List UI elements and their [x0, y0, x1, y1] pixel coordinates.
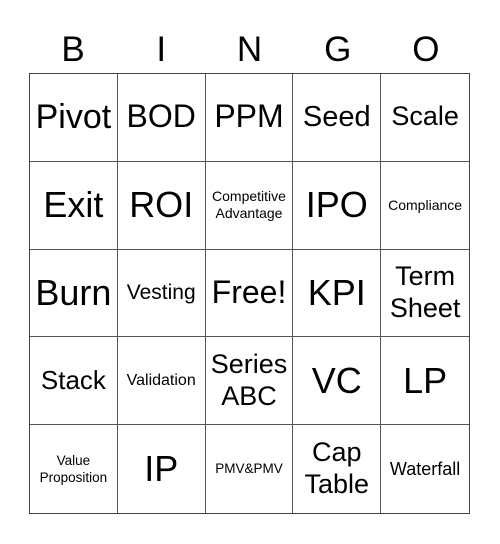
- free-space-text: Free!: [211, 274, 287, 311]
- bingo-cell[interactable]: PMV&PMV: [206, 425, 294, 513]
- bingo-cell[interactable]: Value Proposition: [30, 425, 118, 513]
- cell-text: Series ABC: [210, 348, 288, 411]
- bingo-cell[interactable]: Validation: [117, 337, 206, 426]
- bingo-cell[interactable]: Series ABC: [205, 337, 294, 426]
- cell-text: Term Sheet: [389, 261, 461, 323]
- header-letter-g: G: [324, 29, 352, 69]
- cell-text: Waterfall: [389, 459, 461, 480]
- cell-text: Scale: [391, 101, 459, 132]
- bingo-cell[interactable]: Waterfall: [381, 425, 469, 513]
- cell-text: Validation: [126, 371, 196, 389]
- bingo-cell[interactable]: Pivot: [30, 74, 118, 162]
- cell-text: Stack: [40, 365, 106, 396]
- header-letter-n: N: [236, 29, 263, 69]
- cell-text: Seed: [302, 101, 371, 134]
- header-letter-o: O: [412, 29, 440, 69]
- cell-text: Compliance: [388, 196, 463, 213]
- cell-text: Burn: [35, 271, 112, 313]
- bingo-cell[interactable]: LP: [381, 337, 469, 426]
- cell-text: IPO: [305, 184, 368, 226]
- bingo-cell[interactable]: Term Sheet: [381, 250, 469, 338]
- cell-text: IP: [144, 447, 179, 489]
- bingo-cell[interactable]: Cap Table: [293, 425, 382, 513]
- header-letter-i: I: [156, 29, 167, 69]
- bingo-cell[interactable]: Seed: [293, 74, 382, 162]
- cell-text: BOD: [126, 98, 196, 135]
- free-space-cell[interactable]: Free!: [205, 249, 294, 338]
- bingo-header: B I N G O: [29, 26, 470, 72]
- bingo-cell[interactable]: Stack: [30, 337, 118, 426]
- bingo-cell[interactable]: Exit: [30, 161, 118, 250]
- header-letter-b: B: [61, 29, 85, 69]
- cell-text: Competitive Advantage: [212, 188, 286, 222]
- cell-text: LP: [403, 359, 448, 401]
- cell-text: Vesting: [126, 281, 196, 305]
- cell-text: PMV&PMV: [215, 461, 283, 477]
- bingo-cell[interactable]: Competitive Advantage: [205, 161, 294, 250]
- bingo-grid: Pivot BOD PPM Seed Scale Exit ROI Compet…: [29, 73, 470, 514]
- bingo-cell[interactable]: IP: [118, 425, 206, 513]
- cell-text: Value Proposition: [39, 452, 108, 486]
- cell-text: KPI: [307, 271, 366, 313]
- cell-text: PPM: [214, 98, 284, 135]
- bingo-cell[interactable]: BOD: [117, 74, 206, 162]
- bingo-cell[interactable]: VC: [293, 337, 382, 426]
- bingo-cell[interactable]: Scale: [381, 74, 469, 162]
- bingo-cell[interactable]: KPI: [293, 249, 382, 338]
- bingo-cell[interactable]: Compliance: [381, 162, 469, 250]
- cell-text: Pivot: [35, 98, 112, 137]
- bingo-cell[interactable]: IPO: [293, 161, 382, 250]
- cell-text: VC: [311, 359, 362, 401]
- bingo-cell[interactable]: Burn: [30, 249, 118, 338]
- bingo-cell[interactable]: PPM: [205, 74, 294, 162]
- cell-text: ROI: [129, 184, 194, 226]
- bingo-cell[interactable]: ROI: [117, 161, 206, 250]
- cell-text: Exit: [43, 184, 104, 226]
- bingo-cell[interactable]: Vesting: [117, 249, 206, 338]
- cell-text: Cap Table: [304, 437, 370, 500]
